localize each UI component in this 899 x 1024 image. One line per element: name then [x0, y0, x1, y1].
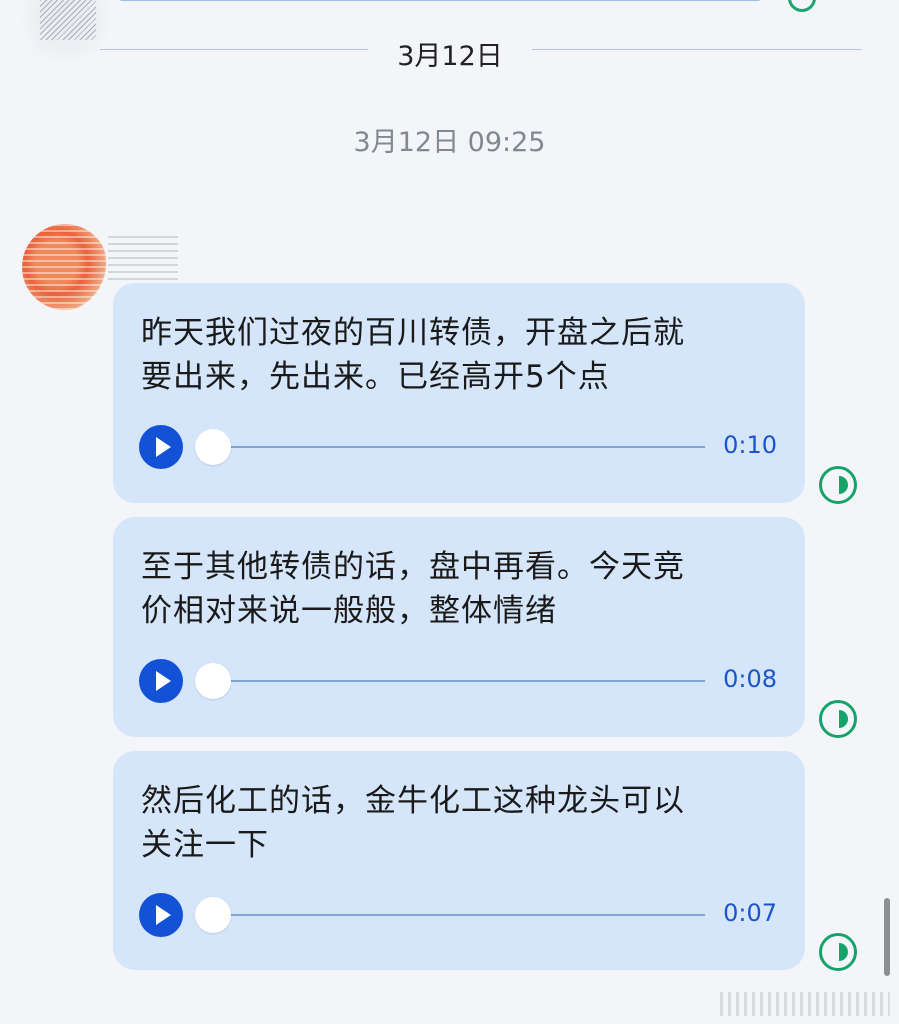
date-divider-label: 3月12日 — [397, 41, 503, 72]
half-circle-icon[interactable] — [819, 466, 857, 504]
scrollbar[interactable] — [884, 898, 890, 976]
transcript-line: 然后化工的话，金牛化工这种龙头可以 — [141, 783, 685, 819]
audio-scrubber-handle[interactable] — [195, 663, 231, 699]
audio-duration: 0:08 — [723, 665, 777, 693]
transcript-text: 昨天我们过夜的百川转债，开盘之后就 要出来，先出来。已经高开5个点 — [141, 311, 777, 399]
sender-name-blurred — [108, 236, 178, 280]
audio-progress-track[interactable] — [209, 446, 705, 448]
divider-line-right — [532, 49, 862, 50]
previous-audio-track — [120, 0, 760, 1]
transcript-line: 要出来，先出来。已经高开5个点 — [141, 359, 610, 395]
watermark — [720, 992, 890, 1016]
half-circle-icon[interactable] — [819, 700, 857, 738]
transcript-line: 价相对来说一般般，整体情绪 — [141, 593, 557, 629]
voice-message-bubble[interactable]: 然后化工的话，金牛化工这种龙头可以 关注一下 0:07 — [113, 751, 805, 970]
message-timestamp: 3月12日 09:25 — [353, 127, 546, 158]
audio-progress-track[interactable] — [209, 680, 705, 682]
transcript-text: 然后化工的话，金牛化工这种龙头可以 关注一下 — [141, 779, 777, 867]
transcript-line: 昨天我们过夜的百川转债，开盘之后就 — [141, 315, 685, 351]
transcript-line: 关注一下 — [141, 827, 269, 863]
audio-scrubber-handle[interactable] — [195, 897, 231, 933]
audio-player: 0:07 — [139, 893, 777, 939]
audio-duration: 0:10 — [723, 431, 777, 459]
previous-status-icon — [788, 0, 816, 12]
chat-page: 3月12日 3月12日 09:25 昨天我们过夜的百川转债，开盘之后就 要出来，… — [0, 0, 899, 1024]
play-icon[interactable] — [139, 425, 183, 469]
transcript-text: 至于其他转债的话，盘中再看。今天竞 价相对来说一般般，整体情绪 — [141, 545, 777, 633]
transcript-line: 至于其他转债的话，盘中再看。今天竞 — [141, 549, 685, 585]
half-circle-icon[interactable] — [819, 933, 857, 971]
play-icon[interactable] — [139, 893, 183, 937]
voice-message-bubble[interactable]: 昨天我们过夜的百川转债，开盘之后就 要出来，先出来。已经高开5个点 0:10 — [113, 283, 805, 503]
audio-duration: 0:07 — [723, 899, 777, 927]
audio-player: 0:10 — [139, 425, 777, 471]
audio-progress-track[interactable] — [209, 914, 705, 916]
audio-player: 0:08 — [139, 659, 777, 705]
sender-avatar[interactable] — [22, 224, 108, 310]
audio-scrubber-handle[interactable] — [195, 429, 231, 465]
divider-line-left — [100, 49, 368, 50]
play-icon[interactable] — [139, 659, 183, 703]
date-divider: 3月12日 — [0, 30, 899, 72]
voice-message-bubble[interactable]: 至于其他转债的话，盘中再看。今天竞 价相对来说一般般，整体情绪 0:08 — [113, 517, 805, 737]
